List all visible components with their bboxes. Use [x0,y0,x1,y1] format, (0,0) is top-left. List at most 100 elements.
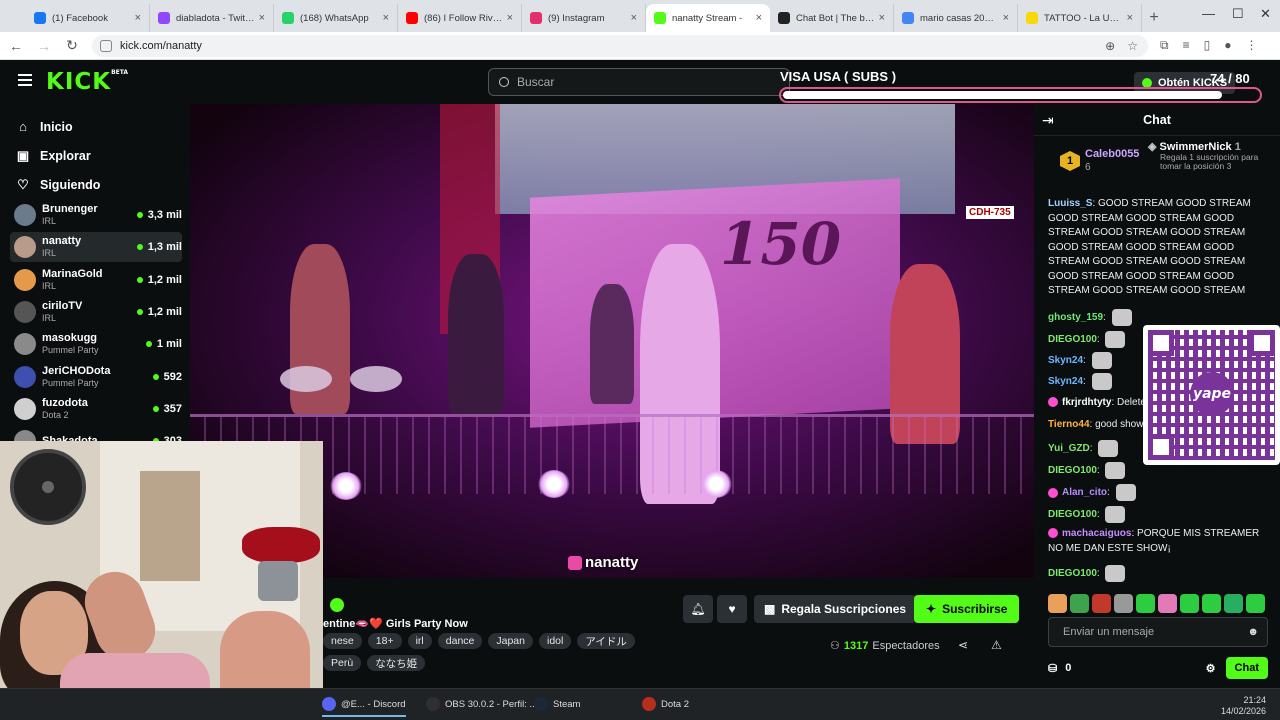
stream-tag[interactable]: アイドル [577,633,635,649]
points-icon[interactable]: ⛁ [1048,662,1057,675]
emote-icon[interactable] [1136,594,1155,613]
taskbar-item[interactable]: @E... - Discord [322,697,406,717]
stream-tag[interactable]: nese [323,633,362,649]
browser-tab[interactable]: TATTOO - La Unica Ti × [1018,4,1142,32]
subscribe-button[interactable]: ✦ Suscribirse [914,595,1020,623]
close-tab-icon[interactable]: × [879,12,885,24]
close-tab-icon[interactable]: × [1003,12,1009,24]
close-tab-icon[interactable]: × [1127,12,1133,24]
send-chat-button[interactable]: Chat [1225,657,1268,679]
chat-separator: : [1089,443,1096,455]
chat-username[interactable]: DIEGO100 [1048,509,1097,520]
emote-icon[interactable] [1180,594,1199,613]
chat-username[interactable]: DIEGO100 [1048,568,1097,579]
stream-tag[interactable]: idol [538,633,572,649]
address-bar[interactable]: kick.com/nanatty ⊕ ☆ [92,34,1148,57]
chat-username[interactable]: Alan_cito [1062,487,1107,498]
emote-icon[interactable] [1224,594,1243,613]
notification-bell-button[interactable]: 🔔︎ [683,595,713,623]
emote-icon[interactable] [1246,594,1265,613]
cat-emote-icon [1105,331,1126,348]
chat-username[interactable]: Luuiss_S [1048,198,1092,209]
chat-username[interactable]: Skyn24 [1048,355,1083,366]
taskbar-item[interactable]: Steam [534,697,580,711]
minimize-icon[interactable]: — [1202,6,1215,21]
close-tab-icon[interactable]: × [507,12,513,24]
forward-icon[interactable]: → [32,38,56,54]
reload-icon[interactable]: ↻ [60,37,84,54]
emote-icon[interactable] [1048,594,1067,613]
follow-button[interactable]: ♥ [717,595,747,623]
profile-icon[interactable]: ● [1224,38,1231,53]
chat-username[interactable]: Skyn24 [1048,376,1083,387]
back-icon[interactable]: ← [4,38,28,54]
chat-username[interactable]: fkrjrdhtyty [1062,397,1111,408]
system-clock[interactable]: 21:24 14/02/2026 [1221,695,1266,717]
split-view-icon[interactable]: ▯ [1204,38,1211,53]
emote-icon[interactable] [1092,594,1111,613]
browser-menu-icon[interactable]: ⋮ [1245,38,1257,53]
browser-tab[interactable]: diabladota - Twitch × [150,4,274,32]
taskbar-item[interactable]: OBS 30.0.2 - Perfil: ... [426,697,537,711]
browser-tab[interactable]: (168) WhatsApp × [274,4,398,32]
emoji-picker-icon[interactable]: ☻ [1247,626,1259,638]
report-icon[interactable]: ⚠ [991,638,1002,652]
close-tab-icon[interactable]: × [383,12,389,24]
close-tab-icon[interactable]: × [756,12,762,24]
taskbar-item[interactable]: Dota 2 [642,697,689,711]
menu-icon[interactable] [18,74,32,86]
browser-tab[interactable]: (1) Facebook × [26,4,150,32]
kick-logo[interactable]: KICKBETA [46,69,128,95]
channel-brunenger[interactable]: Brunenger IRL 3,3 mil [10,200,182,230]
extensions-icon[interactable]: ⧉ [1160,38,1169,53]
channel-cirilotv[interactable]: ciriloTV IRL 1,2 mil [10,297,182,327]
close-tab-icon[interactable]: × [631,12,637,24]
chat-username[interactable]: ghosty_159 [1048,312,1103,323]
stream-tag[interactable]: 18+ [367,633,402,649]
stream-tag[interactable]: irl [407,633,432,649]
stream-tag[interactable]: Perù [323,655,362,671]
emote-icon[interactable] [1158,594,1177,613]
search-input[interactable]: Buscar [488,68,790,96]
nav-explorar[interactable]: ▣ Explorar [16,149,91,164]
browser-tab[interactable]: (9) Instagram × [522,4,646,32]
collapse-chat-icon[interactable]: ⇥ [1042,112,1054,129]
chat-message-input[interactable]: Enviar un mensaje ☻ [1048,617,1268,647]
chat-username[interactable]: Yui_GZD [1048,443,1090,454]
channel-nanatty[interactable]: nanatty IRL 1,3 mil [10,232,182,263]
new-tab-icon[interactable]: + [1142,4,1166,32]
chat-username[interactable]: DIEGO100 [1048,334,1097,345]
channel-jerichodota[interactable]: JeriCHODota Pummel Party 592 [10,362,182,392]
channel-marinagold[interactable]: MarinaGold IRL 1,2 mil [10,265,182,295]
emote-icon[interactable] [1070,594,1089,613]
chat-username[interactable]: Tierno44 [1048,419,1090,430]
site-info-icon[interactable] [100,39,112,52]
nav-inicio[interactable]: ⌂ Inicio [16,119,73,135]
home-icon: ⌂ [19,119,27,134]
stream-tag[interactable]: ななち姫 [367,655,426,671]
share-icon[interactable]: ⋖ [958,638,968,652]
channel-fuzodota[interactable]: fuzodota Dota 2 357 [10,394,182,424]
webcam-roses [242,527,320,563]
emote-icon[interactable] [1202,594,1221,613]
stream-tag[interactable]: Japan [488,633,533,649]
close-tab-icon[interactable]: × [259,12,265,24]
browser-tab[interactable]: mario casas 2026 - B × [894,4,1018,32]
gift-subs-button[interactable]: ▩ Regala Suscripciones [754,595,917,623]
chat-username[interactable]: DIEGO100 [1048,465,1097,476]
zoom-icon[interactable]: ⊕ [1105,39,1115,53]
bookmark-star-icon[interactable]: ☆ [1127,39,1138,53]
nav-siguiendo[interactable]: ♡ Siguiendo [16,178,100,193]
close-tab-icon[interactable]: × [135,12,141,24]
stream-tag[interactable]: dance [437,633,483,649]
maximize-icon[interactable]: ☐ [1232,6,1244,22]
close-window-icon[interactable]: ✕ [1260,6,1271,22]
browser-tab[interactable]: Chat Bot | The best C × [770,4,894,32]
browser-tab[interactable]: nanatty Stream - × [646,4,770,32]
emote-icon[interactable] [1114,594,1133,613]
channel-masokugg[interactable]: masokugg Pummel Party 1 mil [10,329,182,359]
browser-tab[interactable]: (86) I Follow Rivers - × [398,4,522,32]
chat-settings-icon[interactable]: ⚙ [1206,662,1216,675]
media-control-icon[interactable]: ≡ [1183,38,1190,53]
chat-username[interactable]: machacaiguos [1062,528,1131,539]
